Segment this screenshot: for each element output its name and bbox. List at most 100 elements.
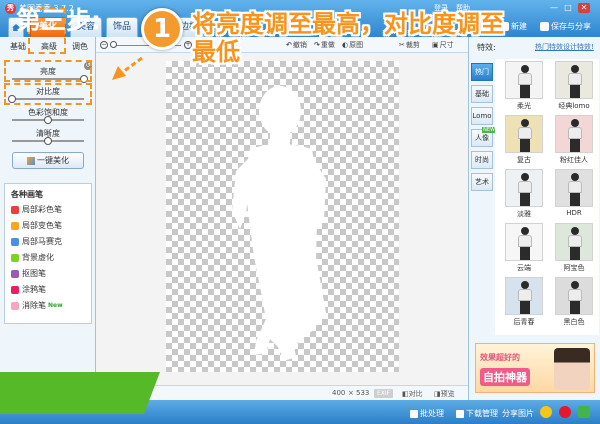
pens-title: 各种画笔	[11, 190, 43, 199]
close-button[interactable]: ✕	[578, 3, 590, 13]
pen-label: 局部彩色笔	[22, 205, 62, 214]
effect-preview-image	[555, 115, 593, 153]
pen-label: 局部马赛克	[22, 237, 62, 246]
pen-item[interactable]: 涂鸦笔	[11, 284, 46, 296]
pen-label: 消除笔	[22, 301, 46, 310]
save-share-button[interactable]: 保存与分享	[540, 21, 591, 32]
minimize-button[interactable]: —	[548, 3, 560, 13]
category-badge: NEW	[482, 127, 496, 133]
ad-portrait-image	[554, 348, 590, 390]
star-icon[interactable]	[540, 406, 552, 418]
zoom-out-icon[interactable]: −	[100, 41, 108, 49]
pen-icon	[11, 221, 19, 230]
design-effects-link[interactable]: 热门特效设计特效!	[535, 42, 594, 52]
save-icon	[540, 22, 549, 31]
ad-line1: 效果超好的	[480, 353, 520, 362]
effect-label: 复古	[517, 156, 531, 164]
zoom-in-icon[interactable]: +	[184, 41, 192, 49]
effect-thumbnail[interactable]: 云端	[503, 223, 545, 275]
effect-preview-image	[505, 115, 543, 153]
effect-preview-image	[505, 61, 543, 99]
preview-button[interactable]: ◨预览	[434, 389, 455, 399]
pen-label: 局部变色笔	[22, 221, 62, 230]
saturation-slider-knob[interactable]	[44, 116, 52, 124]
download-manager-button[interactable]: 下载管理	[456, 408, 498, 419]
pen-label: 抠图笔	[22, 269, 46, 278]
pen-item[interactable]: 消除笔 New	[11, 300, 63, 312]
category-tab[interactable]: 艺术	[471, 173, 493, 191]
pen-item[interactable]: 抠图笔	[11, 268, 46, 280]
weibo-icon[interactable]	[559, 406, 571, 418]
category-tab[interactable]: 人像 NEW	[471, 127, 496, 147]
effects-grid: 柔光 经典lomo 复古 粉红佳人淡雅 HDR 云端 阿宝色后青春 黑白色	[495, 59, 599, 335]
effect-thumbnail[interactable]: 粉红佳人	[553, 115, 595, 167]
category-label: 基础	[475, 90, 489, 98]
effect-thumbnail[interactable]: HDR	[553, 169, 595, 221]
effect-thumbnail[interactable]: 淡雅	[503, 169, 545, 221]
compare-button[interactable]: ◧对比	[402, 389, 423, 399]
maximize-button[interactable]: □	[562, 3, 574, 13]
category-tab[interactable]: 时尚	[471, 151, 493, 169]
effect-preview-image	[505, 277, 543, 315]
effect-label: 云端	[517, 264, 531, 272]
effect-label: 后青春	[513, 318, 535, 326]
compare-icon: ◧	[402, 390, 409, 398]
plus-icon[interactable]	[578, 406, 590, 418]
zoom-slider-knob[interactable]	[110, 41, 117, 48]
exif-badge[interactable]: EXIF	[374, 389, 394, 398]
batch-icon	[410, 409, 418, 418]
effect-thumbnail[interactable]: 复古	[503, 115, 545, 167]
effect-thumbnail[interactable]: 黑白色	[553, 277, 595, 329]
transparent-background	[166, 61, 399, 372]
pen-icon	[11, 253, 19, 262]
highlight-brightness	[4, 60, 92, 82]
pen-item[interactable]: 局部马赛克	[11, 236, 62, 248]
pen-icon	[11, 237, 19, 246]
effect-preview-image	[555, 169, 593, 207]
effect-thumbnail[interactable]: 柔光	[503, 61, 545, 113]
pen-item[interactable]: 背景虚化	[11, 252, 54, 264]
image-width: 400	[332, 389, 346, 397]
new-badge: New	[48, 302, 63, 309]
pen-item[interactable]: 局部变色笔	[11, 220, 62, 232]
subtab-color[interactable]: 调色	[72, 41, 88, 52]
effect-thumbnail[interactable]: 经典lomo	[553, 61, 595, 113]
share-image-button[interactable]: 分享图片	[502, 408, 534, 419]
effect-label: 柔光	[517, 102, 531, 110]
pen-label: 涂鸦笔	[22, 285, 46, 294]
effect-preview-image	[505, 223, 543, 261]
step-banner-text: 第三步:	[16, 6, 101, 35]
effect-label: 淡雅	[517, 210, 531, 218]
step-number-badge: 1	[141, 8, 183, 50]
effect-preview-image	[555, 223, 593, 261]
pens-list: 各种画笔 局部彩色笔局部变色笔局部马赛克背景虚化抠图笔涂鸦笔消除笔 New	[4, 183, 92, 324]
tab-accessories[interactable]: 饰品	[106, 17, 138, 37]
arrow-icon	[112, 56, 143, 80]
category-tab[interactable]: 基础	[471, 85, 493, 103]
person-silhouette	[232, 86, 326, 361]
dimension-separator: ×	[348, 389, 354, 397]
pen-icon	[11, 269, 19, 278]
effect-label: 经典lomo	[558, 102, 590, 110]
highlight-contrast	[4, 83, 92, 105]
magic-icon	[27, 156, 35, 165]
pen-icon	[11, 285, 19, 294]
pen-label: 背景虚化	[22, 253, 54, 262]
batch-button[interactable]: 批处理	[410, 408, 444, 419]
effect-thumbnail[interactable]: 后青春	[503, 277, 545, 329]
subtab-basic[interactable]: 基础	[10, 41, 26, 52]
category-label: 艺术	[475, 178, 489, 186]
ad-banner[interactable]: 效果超好的 自拍神器	[475, 343, 595, 393]
effect-preview-image	[505, 169, 543, 207]
app-logo-icon: 秀	[5, 3, 16, 14]
effect-label: HDR	[566, 209, 582, 217]
category-tab[interactable]: Lomo	[471, 107, 493, 125]
category-label: 时尚	[475, 156, 489, 164]
one-click-beautify-button[interactable]: 一键美化	[12, 152, 84, 169]
effect-thumbnail[interactable]: 阿宝色	[553, 223, 595, 275]
category-label: 人像	[475, 134, 489, 142]
pen-item[interactable]: 局部彩色笔	[11, 204, 62, 216]
pen-icon	[11, 301, 19, 310]
sharpness-slider-knob[interactable]	[44, 137, 52, 145]
image-canvas[interactable]	[96, 53, 468, 385]
